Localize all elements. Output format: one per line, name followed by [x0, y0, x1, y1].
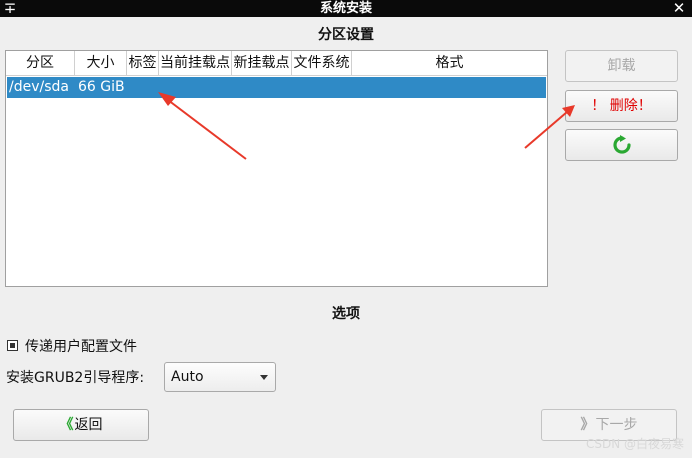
pass-config-checkbox[interactable] [7, 340, 18, 351]
close-icon[interactable]: ✕ [672, 0, 686, 16]
column-header-current-mount[interactable]: 当前挂载点 [159, 51, 232, 75]
partition-section-title: 分区设置 [318, 27, 374, 43]
next-label: 下一步 [595, 417, 638, 433]
refresh-button[interactable] [565, 129, 678, 161]
column-header-format[interactable]: 格式 [352, 51, 547, 75]
pass-config-label[interactable]: 传递用户配置文件 [25, 337, 137, 357]
back-icon: 《 [59, 417, 74, 433]
column-header-new-mount[interactable]: 新挂载点 [232, 51, 292, 75]
table-row[interactable]: /dev/sda 66 GiB [7, 77, 546, 98]
column-header-size[interactable]: 大小 [75, 51, 127, 75]
title-bar: ∓ 系统安装 ✕ [0, 0, 692, 17]
options-section-title: 选项 [332, 306, 360, 322]
unmount-button[interactable]: 卸载 [565, 50, 678, 82]
partition-table[interactable]: 分区 大小 标签 当前挂载点 新挂载点 文件系统 格式 /dev/sda 66 … [5, 50, 548, 287]
delete-button[interactable]: ！ 删除！ [565, 90, 678, 122]
window-title: 系统安装 [319, 1, 372, 16]
next-icon: 》 [580, 417, 595, 433]
back-label: 返回 [74, 417, 103, 433]
watermark: CSDN @白夜易寒 [585, 437, 684, 451]
back-button[interactable]: 《返回 [13, 409, 149, 441]
cell-partition: /dev/sda [9, 79, 69, 95]
table-header: 分区 大小 标签 当前挂载点 新挂载点 文件系统 格式 [6, 51, 547, 76]
column-header-filesystem[interactable]: 文件系统 [292, 51, 352, 75]
grub-select[interactable]: Auto [164, 362, 276, 392]
chevron-down-icon [260, 375, 268, 380]
refresh-icon [612, 135, 631, 154]
grub-select-value: Auto [171, 369, 204, 385]
grub-label: 安装GRUB2引导程序: [6, 370, 145, 386]
column-header-partition[interactable]: 分区 [6, 51, 75, 75]
column-header-label[interactable]: 标签 [127, 51, 159, 75]
cell-size: 66 GiB [78, 79, 125, 95]
